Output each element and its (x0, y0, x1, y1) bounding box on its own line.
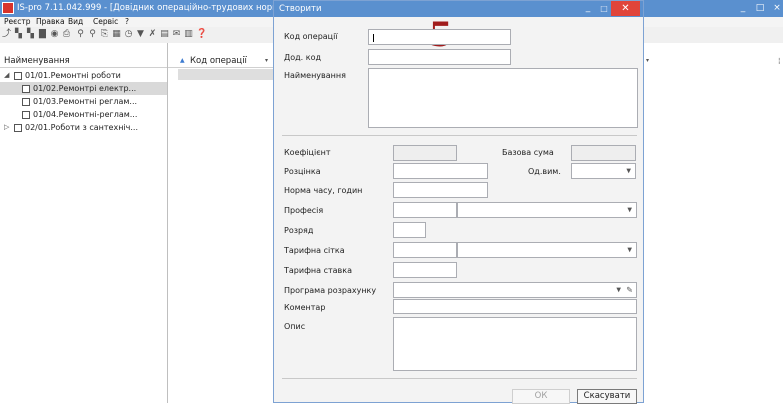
background-panel: ▾ ¦ (644, 43, 783, 403)
node-icon (14, 124, 22, 132)
tariff-grid-label: Тарифна сітка (284, 246, 345, 255)
coef-input[interactable] (393, 145, 457, 161)
tariff-rate-input[interactable] (393, 262, 457, 278)
code-input[interactable] (368, 29, 511, 45)
base-sum-input[interactable] (571, 145, 636, 161)
tariff-rate-label: Тарифна ставка (284, 266, 352, 275)
section-divider (282, 378, 637, 379)
new-icon[interactable]: ⤴ (2, 30, 11, 39)
refresh-icon[interactable]: ◉ (50, 30, 59, 39)
grid-column-header[interactable]: ▲ Код операції ▾ (168, 55, 273, 68)
unit-select[interactable]: ▼ (571, 163, 636, 179)
grid-selected-row[interactable] (178, 69, 273, 80)
node-icon (22, 111, 30, 119)
app-logo-icon (2, 2, 14, 14)
minimize-icon[interactable]: _ (734, 1, 752, 15)
dialog-titlebar[interactable]: Створити _ □ ✕ (274, 1, 643, 17)
tree-item[interactable]: 01/04.Ремонтні-реглам... (0, 108, 167, 121)
copy-icon[interactable]: ▚ (14, 30, 23, 39)
grade-input[interactable] (393, 222, 426, 238)
add-code-input[interactable] (368, 49, 511, 65)
comment-label: Коментар (284, 303, 326, 312)
table-icon[interactable]: ▤ (160, 30, 169, 39)
print-icon[interactable]: ⎙ (62, 30, 71, 39)
chevron-down-icon: ▼ (627, 206, 632, 214)
help-icon[interactable]: ❓ (196, 30, 207, 39)
tree-panel: Найменування ◢ 01/01.Ремонтні роботи 01/… (0, 43, 168, 403)
section-divider (282, 135, 637, 136)
dialog-title: Створити (279, 4, 322, 14)
menu-item-edit[interactable]: Правка (36, 17, 65, 27)
node-icon (22, 98, 30, 106)
history-icon[interactable]: ◷ (124, 30, 133, 39)
rozcinka-label: Розцінка (284, 167, 321, 176)
add-code-label: Дод. код (284, 53, 322, 62)
chevron-down-icon: ▼ (627, 246, 632, 254)
rozcinka-input[interactable] (393, 163, 488, 179)
mail-icon[interactable]: ✉ (172, 30, 181, 39)
maximize-icon[interactable]: □ (751, 1, 769, 15)
name-label: Найменування (284, 71, 346, 80)
profession-select[interactable]: ▼ (457, 202, 637, 218)
column-menu-icon[interactable]: ▾ (265, 55, 268, 67)
tariff-grid-select[interactable]: ▼ (457, 242, 637, 258)
tree-column-header[interactable]: Найменування (0, 55, 167, 68)
grade-label: Розряд (284, 226, 314, 235)
tree-item[interactable]: ◢ 01/01.Ремонтні роботи (0, 69, 167, 82)
close-icon[interactable]: ✕ (611, 1, 640, 16)
base-sum-label: Базова сума (502, 148, 554, 157)
comment-input[interactable] (393, 299, 637, 314)
minimize-icon[interactable]: _ (579, 2, 597, 15)
menu-item-registry[interactable]: Реєстр (4, 17, 31, 27)
description-label: Опис (284, 322, 306, 331)
tariff-grid-code-input[interactable] (393, 242, 457, 258)
edit-pencil-icon[interactable]: ✎ (626, 286, 633, 295)
column-menu-icon[interactable]: ▾ (646, 57, 649, 64)
tree-item[interactable]: ▷ 02/01.Роботи з сантехніч... (0, 121, 167, 134)
chevron-down-icon[interactable]: ▼ (616, 287, 621, 294)
maximize-icon[interactable]: □ (597, 2, 611, 15)
grid-icon[interactable]: ▦ (112, 30, 121, 39)
program-label: Програма розрахунку (284, 286, 377, 295)
node-icon (14, 72, 22, 80)
description-textarea[interactable] (393, 317, 637, 371)
cancel-button[interactable]: Скасувати (577, 389, 637, 404)
paste-icon[interactable]: ▚ (26, 30, 35, 39)
export-icon[interactable]: ⎘ (100, 30, 109, 39)
program-select[interactable]: ▼ ✎ (393, 282, 637, 298)
coef-label: Коефіцієнт (284, 148, 331, 157)
main-window-title: IS-pro 7.11.042.999 - [Довідник операцій… (17, 3, 284, 13)
filter-icon[interactable]: ▼ (136, 30, 145, 39)
find-next-icon[interactable]: ⚲ (88, 30, 97, 39)
unit-label: Од.вим. (528, 167, 561, 176)
sort-asc-icon: ▲ (180, 57, 185, 64)
menu-item-view[interactable]: Вид (68, 17, 83, 27)
create-dialog: Створити _ □ ✕ 5 Код операції Дод. код Н… (273, 0, 644, 404)
scroll-mark-icon: ¦ (778, 57, 781, 65)
ok-button[interactable]: ОК (512, 389, 570, 404)
node-icon (22, 85, 30, 93)
close-icon[interactable]: × (768, 1, 783, 15)
chart-icon[interactable]: ▥ (184, 30, 193, 39)
chevron-down-icon: ▼ (626, 167, 631, 175)
delete-icon[interactable]: ▇ (38, 30, 47, 39)
collapse-arrow-icon[interactable]: ▷ (4, 121, 9, 134)
grid-panel: ▲ Код операції ▾ (168, 43, 274, 403)
find-icon[interactable]: ⚲ (76, 30, 85, 39)
tree-item[interactable]: 01/03.Ремонтні реглам... (0, 95, 167, 108)
expand-arrow-icon[interactable]: ◢ (4, 69, 9, 82)
profession-code-input[interactable] (393, 202, 457, 218)
norm-label: Норма часу, годин (284, 186, 363, 195)
menu-item-help[interactable]: ? (125, 17, 129, 27)
profession-label: Професія (284, 206, 324, 215)
clear-filter-icon[interactable]: ✗ (148, 30, 157, 39)
tree-item[interactable]: 01/02.Ремонтрі електр... (0, 82, 167, 95)
code-label: Код операції (284, 32, 338, 41)
menu-item-service[interactable]: Сервіс (93, 17, 118, 27)
name-textarea[interactable] (368, 68, 638, 128)
norm-input[interactable] (393, 182, 488, 198)
text-caret (373, 34, 374, 42)
